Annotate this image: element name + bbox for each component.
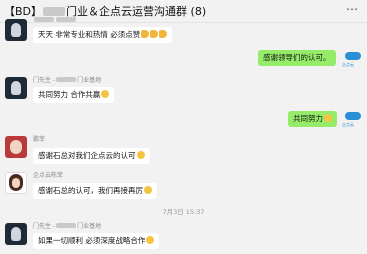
thumbs-up-icon <box>159 30 168 38</box>
avatar[interactable] <box>5 172 27 194</box>
smile-icon <box>324 114 332 122</box>
cloud-icon <box>345 112 361 120</box>
brand-logo-avatar[interactable]: 企点云 <box>342 51 364 69</box>
avatar[interactable] <box>5 223 27 245</box>
sender-name: 门先生 - 门业基地 <box>33 77 102 84</box>
smile-icon <box>144 186 152 194</box>
sender-name: 鹏菲 <box>33 136 46 143</box>
smile-icon <box>146 236 155 244</box>
redacted-name <box>43 7 66 16</box>
avatar[interactable] <box>5 136 27 158</box>
hand-emoji-icon <box>136 151 145 159</box>
message-bubble[interactable]: 感谢领导们的认可。 <box>258 50 336 66</box>
message-bubble[interactable]: 天天 非常专业和热情 必须点赞 <box>33 27 173 43</box>
message-bubble[interactable]: 共同努力 <box>288 111 337 127</box>
smile-icon <box>101 90 110 98</box>
thumbs-up-icon <box>141 30 150 38</box>
message-bubble[interactable]: 感谢石总的认可，我们再接再厉 <box>33 183 157 199</box>
message-bubble[interactable]: 共同努力 合作共赢 <box>33 87 115 103</box>
message-bubble[interactable]: 感谢石总对我们企点云的认可 <box>33 148 150 164</box>
message-timestamp: 7月3日 15:37 <box>162 208 205 216</box>
brand-logo-avatar[interactable]: 企点云 <box>342 111 364 129</box>
more-options-icon[interactable]: ⋯ <box>346 2 359 16</box>
sender-name: 门先生 - 门业基地 <box>33 223 102 230</box>
sender-name <box>33 17 77 24</box>
cloud-icon <box>345 52 361 60</box>
sender-name: 企点云陈菲 <box>33 172 64 179</box>
avatar[interactable] <box>5 19 27 41</box>
avatar[interactable] <box>5 77 27 99</box>
thumbs-up-icon <box>150 30 159 38</box>
message-bubble[interactable]: 如果一切顺利 必须深度战略合作 <box>33 233 160 249</box>
